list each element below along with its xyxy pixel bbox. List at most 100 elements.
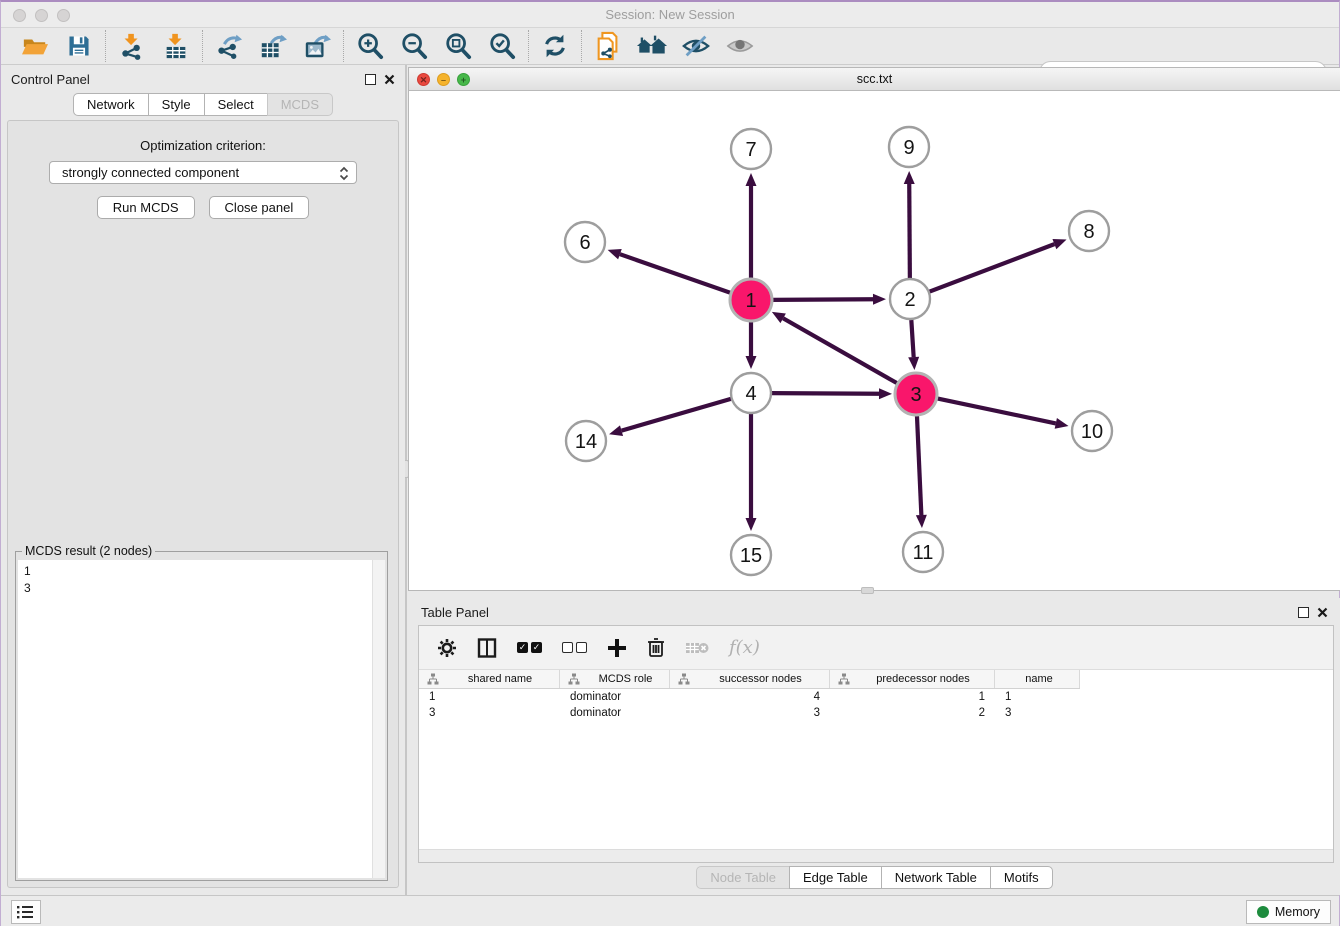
table-tab-edge-table[interactable]: Edge Table [789,866,882,889]
export-network-button[interactable] [213,31,245,61]
network-canvas[interactable]: 7 9 6 8 1 2 4 3 14 10 15 11 [409,91,1340,590]
graph-node-10[interactable]: 10 [1072,411,1112,451]
delete-row-button[interactable] [647,637,665,658]
table-settings-button[interactable] [437,638,457,658]
table-tab-network-table[interactable]: Network Table [881,866,991,889]
fit-content-button[interactable] [442,31,474,61]
export-table-button[interactable] [257,31,289,61]
tab-style[interactable]: Style [148,93,205,116]
cell-successor-nodes: 4 [670,689,830,705]
table-toolbar: ✓✓ f(x) [419,626,1333,670]
graph-node-9[interactable]: 9 [889,127,929,167]
hide-graphics-button[interactable] [680,31,712,61]
show-column-button[interactable] [477,638,497,658]
minimize-window-button[interactable] [35,9,48,22]
column-header-successor-nodes[interactable]: successor nodes [670,670,830,688]
column-header-MCDS-role[interactable]: MCDS role [560,670,670,688]
graph-node-15[interactable]: 15 [731,535,771,575]
deselect-all-columns-button[interactable] [562,642,587,653]
memory-button[interactable]: Memory [1246,900,1331,924]
float-table-panel-icon[interactable] [1298,607,1309,618]
task-history-button[interactable] [11,900,41,924]
open-session-button[interactable] [19,31,51,61]
table-row[interactable]: 3dominator323 [419,705,1333,721]
graph-edge-4-14[interactable] [609,399,731,436]
tab-mcds[interactable]: MCDS [267,93,333,116]
select-all-columns-button[interactable]: ✓✓ [517,642,542,653]
panel-splitter[interactable] [405,65,407,895]
optimization-criterion-select[interactable]: strongly connected component [49,161,357,184]
graph-node-3[interactable]: 3 [895,373,937,415]
svg-text:11: 11 [913,542,934,564]
tab-network[interactable]: Network [73,93,149,116]
graph-edge-3-10[interactable] [937,398,1069,428]
save-session-button[interactable] [63,31,95,61]
zoom-window-button[interactable] [57,9,70,22]
column-header-predecessor-nodes[interactable]: predecessor nodes [830,670,995,688]
table-tab-node-table[interactable]: Node Table [696,866,790,889]
graph-node-1[interactable]: 1 [730,279,772,321]
show-graphics-button[interactable] [724,31,756,61]
close-window-button[interactable] [13,9,26,22]
zoom-selected-icon [488,32,516,60]
reset-view-button[interactable] [636,31,668,61]
refresh-view-button[interactable] [539,31,571,61]
close-panel-icon[interactable] [384,74,395,85]
import-table-icon [162,32,190,60]
control-panel-title: Control Panel [11,72,90,87]
column-header-name[interactable]: name [995,670,1080,688]
graph-edge-2-3[interactable] [908,320,919,370]
svg-text:15: 15 [740,545,762,567]
graph-node-7[interactable]: 7 [731,129,771,169]
float-panel-icon[interactable] [365,74,376,85]
export-network-icon [215,32,243,60]
graph-node-4[interactable]: 4 [731,373,771,413]
zoom-in-icon [356,32,384,60]
close-table-panel-icon[interactable] [1317,607,1328,618]
close-panel-button[interactable]: Close panel [209,196,310,219]
graph-edge-1-4[interactable] [746,321,757,369]
network-resize-grip[interactable] [861,587,874,594]
graph-edge-1-7[interactable] [746,173,757,279]
cell-MCDS-role: dominator [560,689,670,705]
graph-edge-1-2[interactable] [772,294,886,305]
svg-text:3: 3 [910,384,921,406]
graph-edge-2-9[interactable] [904,171,915,278]
zoom-out-icon [400,32,428,60]
cell-shared-name: 1 [419,689,560,705]
graph-node-8[interactable]: 8 [1069,211,1109,251]
network-window-titlebar[interactable]: ✕ – + scc.txt [409,68,1340,91]
mcds-result-textarea[interactable]: 13 [18,560,385,878]
delete-column-button[interactable] [685,640,709,656]
run-mcds-button[interactable]: Run MCDS [97,196,195,219]
import-table-button[interactable] [160,31,192,61]
graph-edge-4-15[interactable] [746,414,757,531]
graph-edge-2-8[interactable] [930,239,1067,292]
table-hscroll-area[interactable] [419,849,1333,862]
add-column-button[interactable] [607,638,627,658]
table-row[interactable]: 1dominator411 [419,689,1333,705]
graph-node-14[interactable]: 14 [566,421,606,461]
graph-edge-3-1[interactable] [772,312,898,384]
tab-select[interactable]: Select [204,93,268,116]
zoom-out-button[interactable] [398,31,430,61]
table-tab-motifs[interactable]: Motifs [990,866,1053,889]
zoom-in-button[interactable] [354,31,386,61]
column-header-shared-name[interactable]: shared name [419,670,560,688]
export-image-button[interactable] [301,31,333,61]
graph-edge-4-3[interactable] [772,388,892,399]
graph-edge-1-6[interactable] [608,249,732,293]
cell-name: 1 [995,689,1080,705]
new-network-from-selection-button[interactable] [592,31,624,61]
import-network-button[interactable] [116,31,148,61]
zoom-selected-button[interactable] [486,31,518,61]
graph-edge-3-11[interactable] [916,415,927,528]
result-scrollbar[interactable] [372,560,385,878]
graph-node-6[interactable]: 6 [565,222,605,262]
function-builder-button[interactable]: f(x) [729,637,760,658]
network-graph[interactable]: 7 9 6 8 1 2 4 3 14 10 15 11 [409,91,1340,590]
graph-node-2[interactable]: 2 [890,279,930,319]
graph-node-11[interactable]: 11 [903,532,943,572]
svg-text:10: 10 [1081,421,1103,443]
window-controls [13,9,70,22]
